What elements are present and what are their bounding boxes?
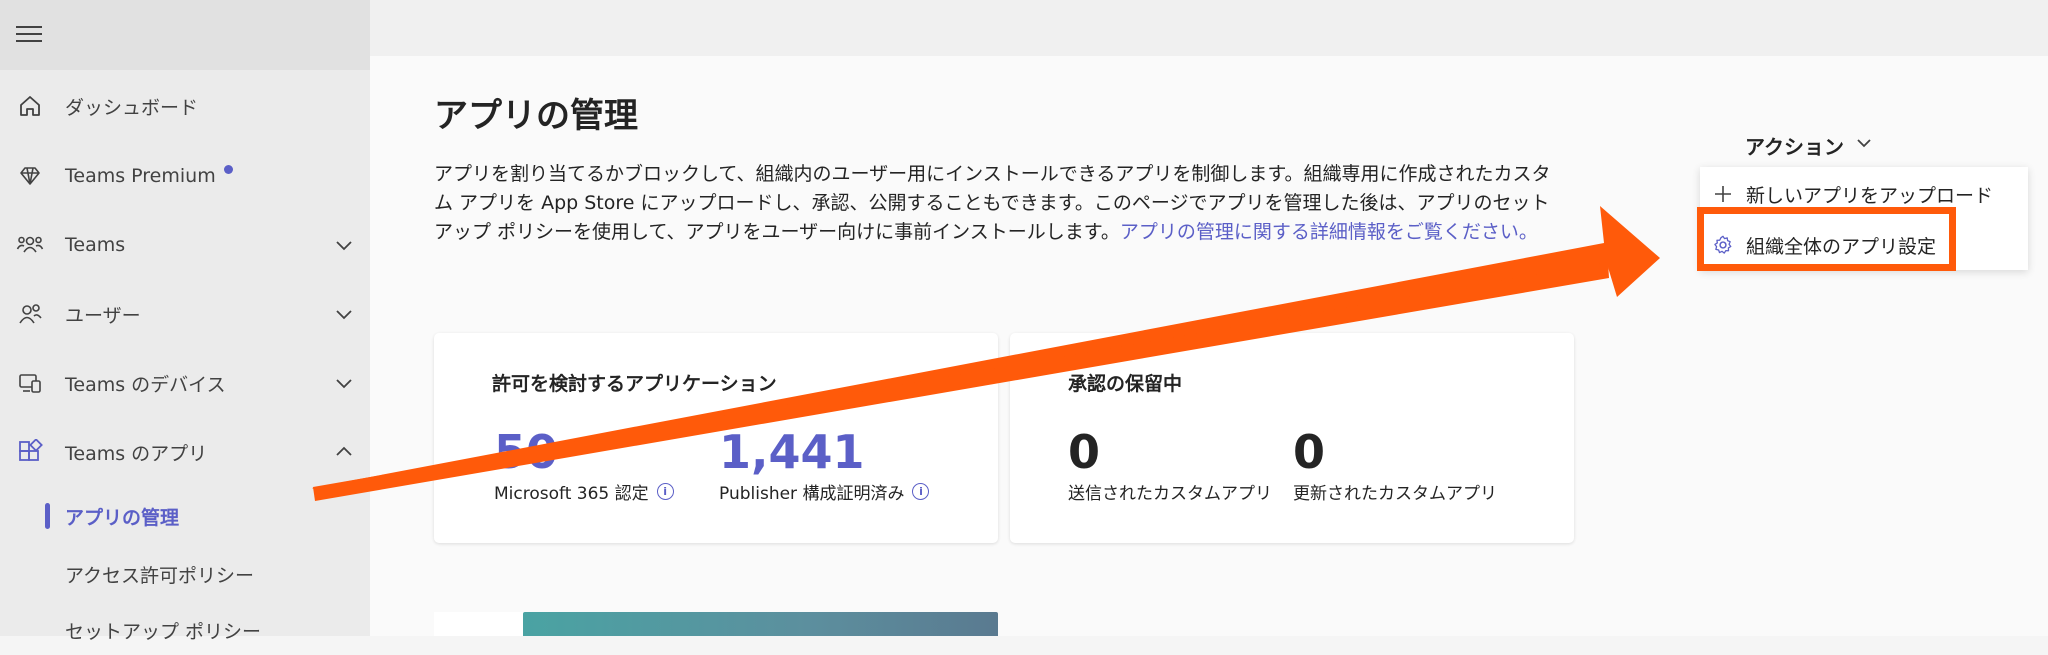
sidebar-subitem-label: セットアップ ポリシー <box>65 620 262 643</box>
chevron-down-icon[interactable] <box>332 302 356 326</box>
menu-item-label: 組織全体のアプリ設定 <box>1746 235 1937 258</box>
diamond-icon <box>16 162 44 190</box>
pending-approval-card: 承認の保留中 0 送信されたカスタムアプリ 0 更新されたカスタムアプリ <box>1010 333 1574 543</box>
menu-item-upload-app[interactable]: 新しいアプリをアップロード <box>1700 169 2028 219</box>
sidebar-item-dashboard[interactable]: ダッシュボード <box>0 76 370 136</box>
sidebar-item-label: Teams のデバイス <box>65 373 226 396</box>
stat-microsoft-365-certified[interactable]: 50 Microsoft 365 認定 i <box>494 425 674 504</box>
apps-icon <box>16 438 44 466</box>
stat-label: 送信されたカスタムアプリ <box>1068 484 1272 504</box>
chevron-down-icon <box>1854 133 1874 157</box>
stat-label: 更新されたカスタムアプリ <box>1293 484 1497 504</box>
sidebar-subitem-label: アクセス許可ポリシー <box>65 564 255 587</box>
page-title: アプリの管理 <box>434 96 638 136</box>
sidebar-item-label: ユーザー <box>65 304 141 327</box>
chevron-up-icon[interactable] <box>332 440 356 464</box>
stat-updated-custom-apps[interactable]: 0 更新されたカスタムアプリ <box>1293 425 1497 504</box>
stat-label: Microsoft 365 認定 <box>494 484 649 504</box>
menu-item-org-wide-app-settings[interactable]: 組織全体のアプリ設定 <box>1700 220 2028 270</box>
apps-to-consider-card: 許可を検討するアプリケーション 50 Microsoft 365 認定 i 1,4… <box>434 333 998 543</box>
sidebar-header <box>0 0 370 70</box>
active-indicator <box>45 503 50 529</box>
stat-value: 1,441 <box>719 425 865 479</box>
sidebar-item-label: Teams <box>65 234 126 256</box>
actions-menu: 新しいアプリをアップロード 組織全体のアプリ設定 <box>1700 167 2028 270</box>
learn-more-link[interactable]: アプリの管理に関する詳細情報をご覧ください。 <box>1120 221 1538 243</box>
devices-icon <box>16 369 44 397</box>
card-title: 承認の保留中 <box>1068 373 1183 395</box>
teams-group-icon <box>16 231 44 259</box>
info-icon[interactable]: i <box>656 483 674 500</box>
sidebar-item-users[interactable]: ユーザー <box>0 284 370 344</box>
home-icon <box>16 92 44 120</box>
sidebar-item-teams-devices[interactable]: Teams のデバイス <box>0 353 370 413</box>
sidebar: ダッシュボード Teams Premium Teams ユーザー Teams の… <box>0 0 370 643</box>
sidebar-subitem-permission-policies[interactable]: アクセス許可ポリシー <box>0 549 370 599</box>
gear-icon <box>1712 234 1734 256</box>
hamburger-menu-icon[interactable] <box>16 26 42 46</box>
sidebar-item-teams-premium[interactable]: Teams Premium <box>0 146 370 206</box>
stat-value: 0 <box>1068 425 1101 479</box>
featured-card-image <box>523 612 998 636</box>
top-bar <box>370 0 2048 56</box>
new-indicator-dot <box>223 165 233 174</box>
plus-icon <box>1712 183 1734 205</box>
sidebar-item-label: Teams Premium <box>65 165 233 187</box>
sidebar-subitem-setup-policies[interactable]: セットアップ ポリシー <box>0 605 370 655</box>
stat-label: Publisher 構成証明済み <box>719 484 905 504</box>
sidebar-subitem-label: アプリの管理 <box>65 506 180 529</box>
actions-label: アクション <box>1745 134 1844 159</box>
sidebar-item-label: Teams のアプリ <box>65 442 208 465</box>
chevron-down-icon[interactable] <box>332 233 356 257</box>
menu-item-label: 新しいアプリをアップロード <box>1746 184 1994 207</box>
actions-dropdown-button[interactable]: アクション <box>1745 130 1874 160</box>
sidebar-item-label: ダッシュボード <box>65 96 199 119</box>
stat-publisher-attested[interactable]: 1,441 Publisher 構成証明済み i <box>719 425 930 504</box>
chevron-down-icon[interactable] <box>332 371 356 395</box>
sidebar-subitem-manage-apps[interactable]: アプリの管理 <box>0 491 370 541</box>
stat-value: 0 <box>1293 425 1326 479</box>
info-icon[interactable]: i <box>912 483 930 500</box>
stat-submitted-custom-apps[interactable]: 0 送信されたカスタムアプリ <box>1068 425 1272 504</box>
users-icon <box>16 300 44 328</box>
sidebar-item-teams[interactable]: Teams <box>0 215 370 275</box>
stat-value: 50 <box>494 425 559 479</box>
page-description: アプリを割り当てるかブロックして、組織内のユーザー用にインストールできるアプリを… <box>434 160 1554 247</box>
card-title: 許可を検討するアプリケーション <box>492 373 777 395</box>
sidebar-item-teams-apps[interactable]: Teams のアプリ <box>0 422 370 482</box>
